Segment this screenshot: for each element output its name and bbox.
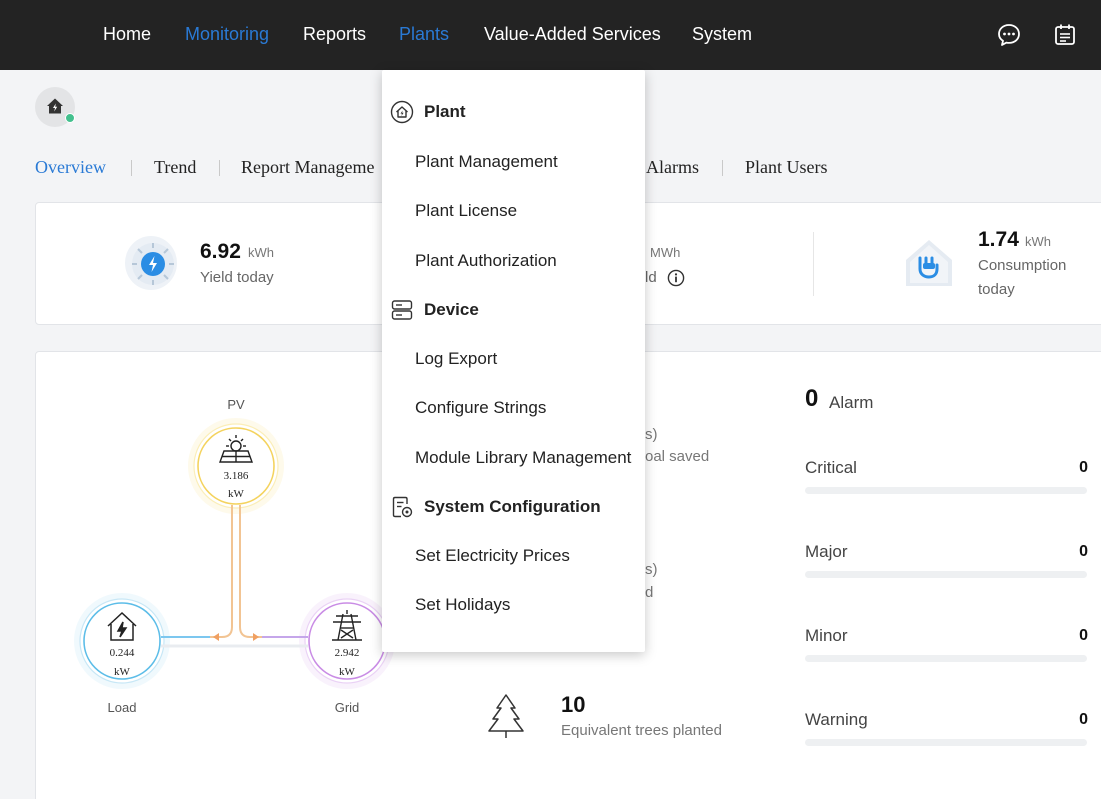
- alarm-major-bar: [805, 571, 1087, 578]
- pv-power-unit: kW: [228, 488, 244, 500]
- plants-dropdown-menu: Plant Plant Management Plant License Pla…: [382, 70, 645, 652]
- load-label: Load: [107, 700, 137, 715]
- alarm-major-label: Major: [805, 542, 848, 561]
- trees-planted-value: 10: [561, 692, 586, 717]
- alarm-count: 0: [805, 385, 819, 412]
- grid-power-value: 2.942: [334, 647, 360, 659]
- menu-section-plant-label: Plant: [424, 102, 466, 121]
- nav-system[interactable]: System: [692, 24, 752, 45]
- alarm-minor-bar: [805, 655, 1087, 662]
- tab-divider: [722, 160, 723, 176]
- pv-power-value: 3.186: [223, 470, 249, 482]
- alarm-minor-value: 0: [1079, 627, 1088, 644]
- menu-section-system-configuration-label: System Configuration: [424, 497, 601, 516]
- consumption-today-label-line2: today: [978, 281, 1015, 298]
- tree-icon: [484, 692, 528, 745]
- menu-section-device-label: Device: [424, 300, 479, 319]
- menu-item-module-library-management[interactable]: Module Library Management: [415, 448, 631, 468]
- tab-alarms[interactable]: Alarms: [646, 157, 699, 178]
- co2-unit-partial: s): [645, 426, 658, 443]
- consumption-today-unit: kWh: [1025, 234, 1051, 249]
- co2-reduction-unit-partial: s): [645, 561, 658, 578]
- info-icon[interactable]: [667, 269, 685, 292]
- consumption-today-value: 1.74: [978, 228, 1019, 251]
- grid-power-unit: kW: [339, 666, 355, 678]
- alarm-title: Alarm: [829, 393, 874, 412]
- alarm-warning-bar: [805, 739, 1087, 746]
- consumption-today-label-line1: Consumption: [978, 257, 1067, 274]
- device-server-icon: [391, 300, 413, 320]
- total-yield-unit: MWh: [650, 245, 681, 260]
- calendar-list-icon[interactable]: [1052, 22, 1078, 48]
- nav-value-added-services[interactable]: Value-Added Services: [484, 24, 661, 45]
- alarm-critical-value: 0: [1079, 459, 1088, 476]
- trees-planted-label: Equivalent trees planted: [561, 722, 722, 739]
- total-yield-label: ld: [645, 269, 657, 286]
- load-power-unit: kW: [114, 666, 130, 678]
- tab-plant-users[interactable]: Plant Users: [745, 157, 828, 178]
- alarm-critical-bar: [805, 487, 1087, 494]
- menu-item-plant-authorization[interactable]: Plant Authorization: [415, 251, 557, 271]
- grid-label: Grid: [334, 700, 360, 715]
- alarm-minor-label: Minor: [805, 626, 848, 645]
- coal-saved-label-partial: oal saved: [645, 448, 710, 465]
- message-icon[interactable]: [996, 22, 1022, 48]
- consumption-plug-icon: [902, 236, 956, 295]
- menu-item-plant-license[interactable]: Plant License: [415, 201, 517, 221]
- menu-item-log-export[interactable]: Log Export: [415, 349, 497, 369]
- kpi-divider: [813, 232, 814, 296]
- alarm-critical-label: Critical: [805, 458, 857, 477]
- menu-item-plant-management[interactable]: Plant Management: [415, 152, 558, 172]
- load-power-value: 0.244: [109, 647, 135, 659]
- alarm-warning-label: Warning: [805, 710, 868, 729]
- menu-item-set-electricity-prices[interactable]: Set Electricity Prices: [415, 546, 570, 566]
- system-config-icon: [392, 496, 413, 518]
- pv-label: PV: [227, 397, 245, 412]
- alarm-warning-value: 0: [1079, 711, 1088, 728]
- menu-item-set-holidays[interactable]: Set Holidays: [415, 595, 510, 615]
- alarm-major-value: 0: [1079, 543, 1088, 560]
- menu-item-configure-strings[interactable]: Configure Strings: [415, 398, 546, 418]
- co2-reduction-label-partial: d: [645, 584, 654, 601]
- plant-house-icon: [390, 100, 414, 124]
